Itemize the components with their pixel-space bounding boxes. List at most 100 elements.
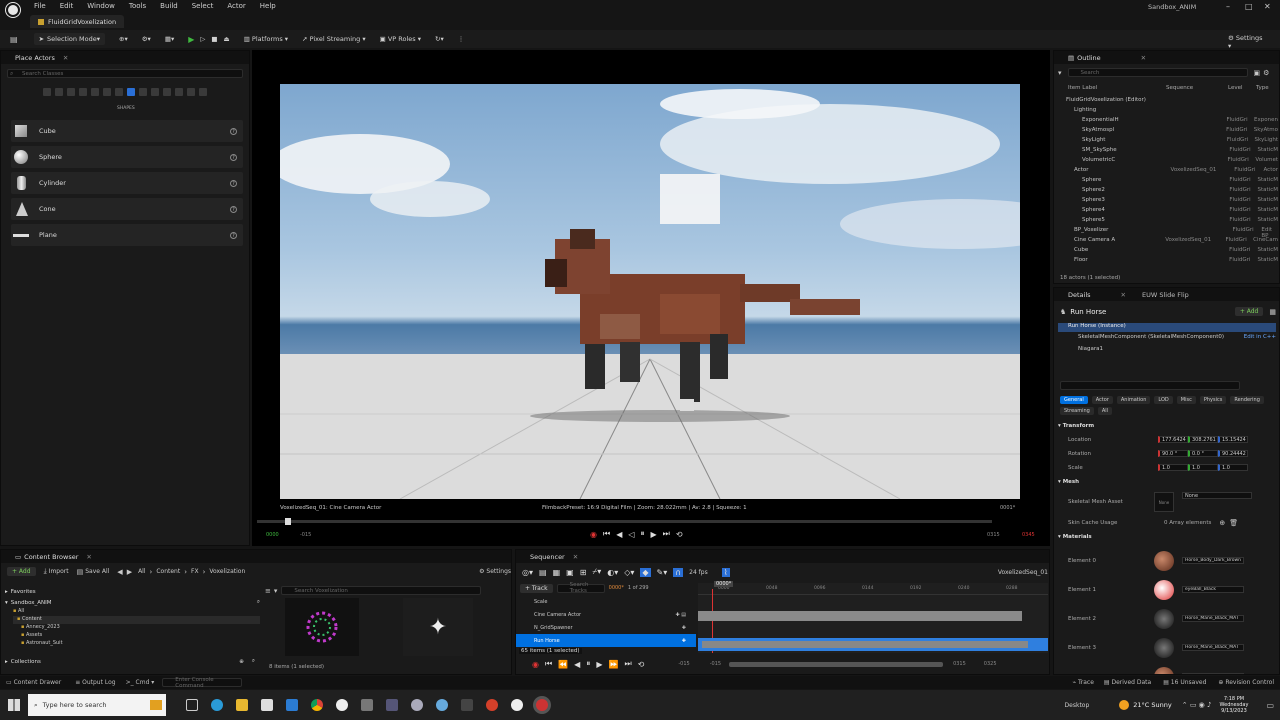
viewport-scene[interactable] — [280, 84, 1020, 499]
place-actors-tab[interactable]: Place Actors ✕ — [1, 51, 249, 64]
outliner-settings-icon[interactable]: ⚙ — [1263, 69, 1269, 77]
fx-icon[interactable] — [151, 88, 159, 96]
material-dropdown[interactable]: eyeBall_Black — [1182, 586, 1244, 593]
sequence-name[interactable]: VoxelizedSeq_01 — [998, 569, 1048, 576]
track-row-camera[interactable]: Cine Camera Actor ✚ ▤ — [516, 608, 696, 621]
scale-x[interactable]: 1.0 — [1158, 464, 1188, 471]
characters-icon[interactable] — [163, 88, 171, 96]
outliner-row[interactable]: Floor FluidGri StaticM — [1058, 257, 1278, 267]
add-component-button[interactable]: + Add — [1234, 307, 1264, 316]
niagara-row[interactable]: Niagara1 — [1058, 346, 1103, 352]
more-options-icon[interactable]: ⋮ — [458, 35, 465, 43]
menu-file[interactable]: File — [34, 2, 46, 10]
filter-tab-rendering[interactable]: Rendering — [1230, 396, 1264, 404]
edge-icon[interactable] — [211, 699, 223, 711]
scale-z[interactable]: 1.0 — [1218, 464, 1248, 471]
material-thumbnail[interactable] — [1154, 637, 1174, 658]
pause-button[interactable]: ⏸ — [586, 659, 590, 669]
outliner-row[interactable]: Actor VoxelizedSeq_01 FluidGri Actor — [1058, 167, 1278, 177]
horse-section-body[interactable] — [702, 641, 1028, 648]
pixel-streaming-dropdown[interactable]: ➚ Pixel Streaming ▾ — [302, 35, 366, 43]
add-element-icon[interactable]: ⊕ — [1219, 519, 1225, 527]
path-content[interactable]: Content — [156, 568, 180, 575]
transform-header[interactable]: ▾ Transform — [1058, 423, 1094, 429]
trace-button[interactable]: ⌁ Trace — [1072, 679, 1093, 686]
next-key-button[interactable]: ⏩ — [608, 660, 618, 669]
location-x[interactable]: 177.6424 — [1158, 436, 1188, 443]
col-type[interactable]: Type — [1256, 85, 1269, 91]
history-forward-icon[interactable]: ▶ — [127, 568, 132, 576]
eject-button[interactable]: ⏏ — [224, 35, 230, 43]
mail-icon[interactable] — [286, 699, 298, 711]
basic-icon[interactable] — [55, 88, 63, 96]
volumes2-icon[interactable] — [175, 88, 183, 96]
jump-end-button[interactable]: ⏭ — [663, 529, 670, 539]
grid-icon[interactable]: ⊞ — [580, 568, 587, 577]
rotation-label[interactable]: Rotation — [1068, 451, 1158, 457]
playback-options-icon[interactable]: ◇▾ — [624, 568, 634, 577]
location-z[interactable]: 15.15424 — [1218, 436, 1248, 443]
location-y[interactable]: 308.2761 — [1188, 436, 1218, 443]
outliner-row[interactable]: Sphere3 FluidGri StaticM — [1058, 197, 1278, 207]
range-end[interactable]: 0325 — [984, 661, 997, 667]
app-icon-8[interactable] — [361, 699, 373, 711]
save-all-button[interactable]: Save All — [85, 568, 109, 575]
auto-key-icon[interactable]: ◆ — [640, 567, 651, 577]
rotation-z[interactable]: 90.24442 — [1218, 450, 1248, 457]
outliner-row[interactable]: Sphere4 FluidGri StaticM — [1058, 207, 1278, 217]
material-dropdown[interactable]: Horse_Body_Dark_Brown — [1182, 673, 1244, 674]
material-dropdown[interactable]: Horse_Mane_Black_MAT — [1182, 615, 1244, 622]
range-out[interactable]: 0315 — [953, 661, 966, 667]
location-label[interactable]: Location — [1068, 437, 1158, 443]
content-browser-tab[interactable]: ▭ Content Browser ✕ — [1, 550, 511, 563]
outliner-row[interactable]: BP_Voxelizer FluidGri Edit BP — [1058, 227, 1278, 239]
desktop-label[interactable]: Desktop — [1065, 702, 1090, 709]
level-tab[interactable]: FluidGridVoxelization — [30, 15, 125, 28]
range-scrollbar[interactable] — [729, 661, 944, 667]
rotation-x[interactable]: 90.0 ° — [1158, 450, 1188, 457]
menu-actor[interactable]: Actor — [227, 2, 245, 10]
next-frame-button[interactable]: ▶ — [651, 530, 657, 539]
notepad-icon[interactable] — [261, 699, 273, 711]
clock[interactable]: 7:18 PM Wednesday 9/13/2023 — [1219, 696, 1248, 714]
folder-tree-item[interactable]: ▪ Annecy_2023 — [13, 624, 260, 632]
component-row[interactable]: SkeletalMeshComponent (SkeletalMeshCompo… — [1058, 334, 1276, 340]
maximize-icon[interactable]: □ — [1245, 2, 1253, 11]
extra-icon[interactable] — [199, 88, 207, 96]
task-view-icon[interactable] — [186, 699, 198, 711]
level-viewport[interactable]: VoxelizedSeq_01: Cine Camera Actor Filmb… — [252, 50, 1050, 546]
help-icon[interactable]: ? — [230, 179, 237, 187]
play-button[interactable]: ▶ — [188, 35, 194, 44]
material-thumbnail[interactable] — [1154, 579, 1174, 600]
filter-tab-lod[interactable]: LOD — [1154, 396, 1173, 404]
outliner-row[interactable]: Sphere FluidGri StaticM — [1058, 177, 1278, 187]
mesh-asset-dropdown[interactable]: None — [1182, 492, 1252, 499]
close-tab-icon[interactable]: ✕ — [573, 553, 578, 561]
cinematic-icon[interactable] — [79, 88, 87, 96]
path-voxelization[interactable]: Voxelization — [209, 568, 245, 575]
step-button[interactable]: ▷ — [200, 35, 205, 43]
outliner-row[interactable]: Cube FluidGri StaticM — [1058, 247, 1278, 257]
jump-start-button[interactable]: ⏮ — [545, 659, 552, 669]
time-ruler[interactable]: 0000 0048 0096 0144 0192 0240 0288 — [698, 583, 1048, 595]
col-level[interactable]: Level — [1228, 85, 1256, 91]
track-row-run-horse[interactable]: Run Horse ✚ — [516, 634, 696, 647]
outliner-row[interactable]: Lighting — [1058, 107, 1278, 117]
menu-help[interactable]: Help — [260, 2, 276, 10]
folder-tree-item[interactable]: ▪ Content — [13, 616, 260, 624]
world-icon[interactable]: ◎▾ — [522, 568, 533, 577]
cinematics-icon[interactable]: ▦▾ — [165, 35, 174, 43]
render-icon[interactable]: ▦ — [553, 568, 561, 577]
col-item-label[interactable]: Item Label — [1068, 85, 1166, 91]
prev-frame-button[interactable]: ◀ — [616, 530, 622, 539]
scrub-handle[interactable] — [285, 518, 291, 525]
next-frame-button[interactable]: ▶ — [596, 660, 602, 669]
jump-start-button[interactable]: ⏮ — [603, 529, 610, 539]
filter-icon[interactable]: ≡ — [265, 587, 271, 595]
visual-effects-icon[interactable] — [91, 88, 99, 96]
outliner-row[interactable]: FluidGridVoxelization (Editor) — [1058, 97, 1278, 107]
collections-header[interactable]: ▸ Collections ⊕ ⌕ — [5, 658, 255, 665]
classes-search-input[interactable]: ⌕ Search Classes — [7, 69, 243, 78]
key-icon[interactable]: ⌿▾ — [592, 567, 601, 577]
add-track-button[interactable]: + Track — [520, 583, 553, 593]
